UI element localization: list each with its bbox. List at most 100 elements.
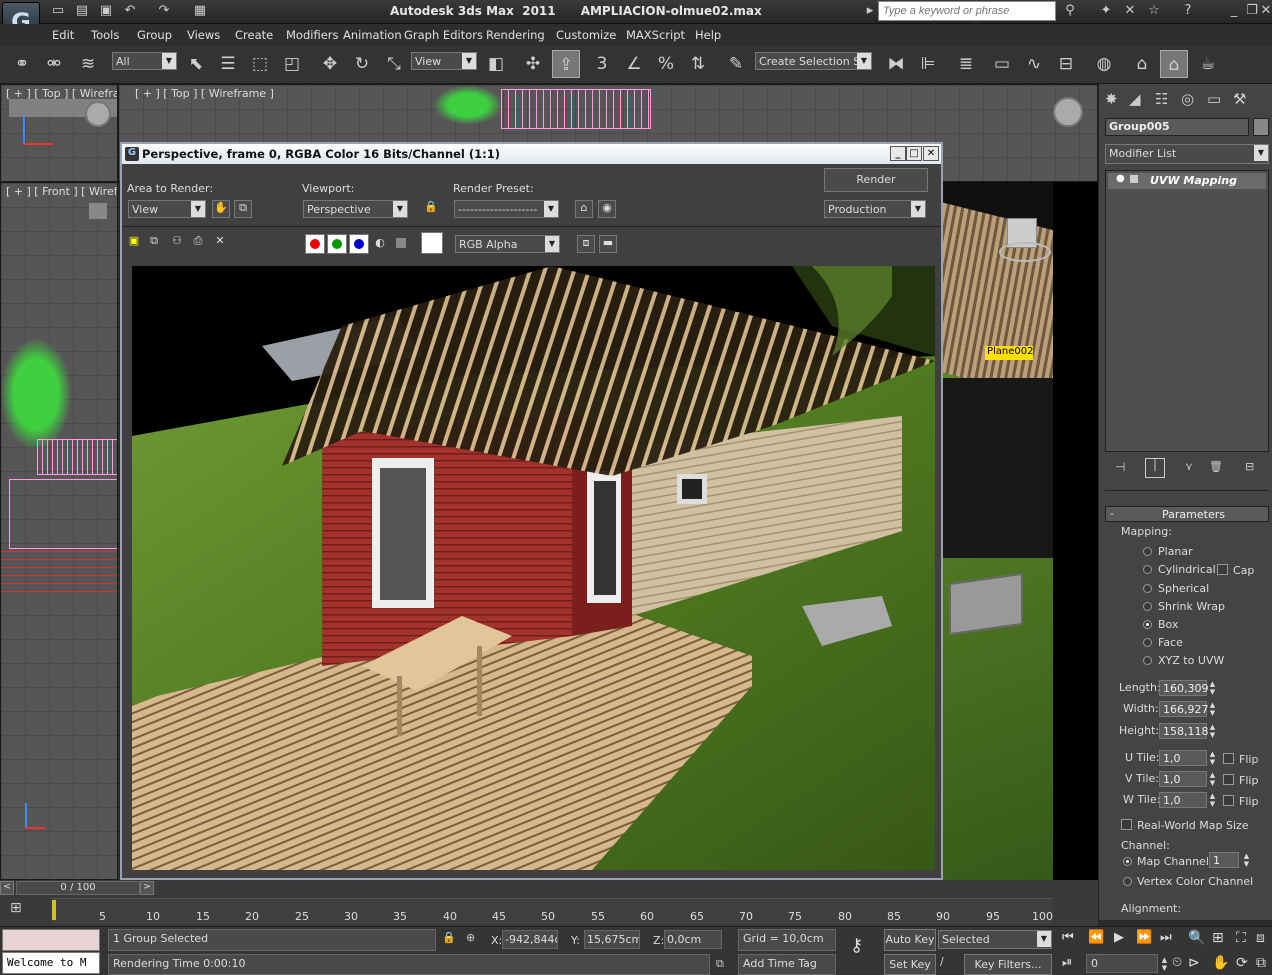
width-field[interactable]: 166,927: [1159, 701, 1209, 717]
select-and-link-icon[interactable]: ⚭: [8, 50, 36, 78]
rendered-frame-window-icon[interactable]: ⌂: [1160, 50, 1188, 78]
reference-coordinate-dropdown[interactable]: View ▼: [411, 52, 477, 70]
mapping-cylindrical-radio[interactable]: [1143, 565, 1152, 574]
hierarchy-tab-icon[interactable]: ☷: [1155, 90, 1168, 108]
menu-modifiers[interactable]: Modifiers: [286, 28, 339, 42]
height-field[interactable]: 158,118: [1159, 723, 1209, 739]
default-tangent-icon[interactable]: ∕: [940, 955, 944, 968]
render-preset-dropdown[interactable]: -------------------- ▼: [454, 200, 559, 218]
z-coordinate-field[interactable]: 0,0cm: [664, 930, 722, 949]
time-tag-icon[interactable]: ⧉: [716, 957, 724, 971]
render-production-icon[interactable]: ☕: [1194, 50, 1222, 78]
toggle-ui-icon[interactable]: ▬: [599, 235, 617, 253]
lightbulb-icon[interactable]: ●: [1116, 173, 1125, 184]
expand-icon[interactable]: [1130, 175, 1138, 183]
mapping-xyz-radio[interactable]: [1143, 656, 1152, 665]
align-icon[interactable]: ⊫: [914, 50, 942, 78]
mapping-shrink-wrap-radio[interactable]: [1143, 602, 1152, 611]
project-folder-icon[interactable]: ▦: [192, 3, 208, 19]
save-image-icon[interactable]: ▣: [126, 234, 142, 250]
favorites-star-icon[interactable]: ☆: [1146, 3, 1162, 19]
new-file-icon[interactable]: ▭: [50, 3, 66, 19]
select-object-icon[interactable]: ⬉: [182, 50, 210, 78]
menu-edit[interactable]: Edit: [52, 28, 74, 42]
key-selection-dropdown[interactable]: Selected ▼: [938, 930, 1052, 949]
close-icon[interactable]: ✕: [923, 146, 939, 161]
minimize-icon[interactable]: _: [1226, 3, 1242, 19]
menu-graph-editors[interactable]: Graph Editors: [404, 28, 483, 42]
selection-lock-icon[interactable]: 🔒: [442, 931, 456, 944]
bind-space-warp-icon[interactable]: ≋: [74, 50, 102, 78]
zoom-icon[interactable]: 🔍: [1188, 930, 1205, 946]
unlink-icon[interactable]: ⚮: [40, 50, 68, 78]
rendered-image[interactable]: [132, 266, 935, 870]
map-channel-field[interactable]: 1: [1209, 852, 1239, 868]
frame-spinner[interactable]: ▲ ▼: [1160, 956, 1169, 972]
render-setup-icon[interactable]: ⌂: [575, 200, 593, 218]
length-field[interactable]: 160,309: [1159, 680, 1209, 696]
menu-views[interactable]: Views: [187, 28, 220, 42]
set-key-icon[interactable]: ⚷: [850, 935, 863, 956]
layer-manager-icon[interactable]: ≣: [952, 50, 980, 78]
utilities-tab-icon[interactable]: ⚒: [1233, 90, 1246, 108]
color-swatch[interactable]: [421, 232, 443, 254]
motion-tab-icon[interactable]: ◎: [1181, 90, 1194, 108]
menu-create[interactable]: Create: [235, 28, 273, 42]
menu-group[interactable]: Group: [137, 28, 172, 42]
communication-center-icon[interactable]: ✕: [1122, 3, 1138, 19]
maximize-viewport-icon[interactable]: ⧉: [1256, 955, 1266, 971]
play-icon[interactable]: ▶: [1114, 930, 1124, 945]
snaps-toggle-icon[interactable]: 3: [588, 50, 616, 78]
u-tile-spinner[interactable]: ▲ ▼: [1208, 750, 1217, 766]
production-dropdown[interactable]: Production ▼: [824, 200, 926, 218]
steering-wheel-icon[interactable]: [1053, 97, 1083, 127]
search-input[interactable]: [878, 1, 1056, 21]
w-tile-field[interactable]: 1,0: [1159, 792, 1207, 808]
previous-frame-icon[interactable]: ⏪: [1088, 930, 1104, 945]
window-crossing-icon[interactable]: ◰: [278, 50, 306, 78]
render-setup-icon[interactable]: ⌂: [1128, 50, 1156, 78]
add-time-tag[interactable]: Add Time Tag: [738, 954, 836, 975]
set-key-button[interactable]: Set Key: [884, 954, 936, 975]
time-configuration-icon[interactable]: ⏲: [1172, 955, 1182, 970]
green-channel-toggle[interactable]: [327, 234, 347, 254]
go-to-end-icon[interactable]: ⏭: [1160, 930, 1172, 945]
display-alpha-icon[interactable]: ◐: [373, 236, 387, 250]
select-and-rotate-icon[interactable]: ↻: [348, 50, 376, 78]
open-file-icon[interactable]: ▤: [74, 3, 90, 19]
binoculars-icon[interactable]: ⚲: [1062, 3, 1078, 19]
viewport-perspective[interactable]: Plane002: [943, 182, 1098, 880]
viewcube-icon[interactable]: [89, 203, 107, 219]
field-of-view-icon[interactable]: ⊳: [1188, 955, 1200, 971]
modify-tab-icon[interactable]: ◢: [1129, 90, 1141, 108]
time-slider-prev-icon[interactable]: <: [0, 881, 14, 895]
w-tile-spinner[interactable]: ▲ ▼: [1208, 792, 1217, 808]
remove-modifier-icon[interactable]: 🗑: [1209, 460, 1223, 473]
maxscript-listener-top[interactable]: [2, 929, 100, 951]
select-and-move-icon[interactable]: ✥: [316, 50, 344, 78]
edit-region-icon[interactable]: ✋: [212, 200, 230, 218]
zoom-extents-all-icon[interactable]: ⧈: [1256, 930, 1265, 946]
mapping-spherical-radio[interactable]: [1143, 584, 1152, 593]
edit-named-selection-icon[interactable]: ✎: [722, 50, 750, 78]
percent-snap-icon[interactable]: %: [652, 50, 680, 78]
create-tab-icon[interactable]: ✸: [1105, 90, 1118, 108]
red-channel-toggle[interactable]: [305, 234, 325, 254]
mirror-icon[interactable]: ⧓: [882, 50, 910, 78]
manipulate-icon[interactable]: ✣: [519, 50, 547, 78]
show-end-result-icon[interactable]: ⏐: [1145, 458, 1165, 478]
w-flip-checkbox[interactable]: [1223, 795, 1234, 806]
maximize-icon[interactable]: □: [906, 146, 922, 161]
select-and-scale-icon[interactable]: ⤡: [380, 50, 408, 78]
viewport-dropdown[interactable]: Perspective ▼: [303, 200, 408, 218]
u-tile-field[interactable]: 1,0: [1159, 750, 1207, 766]
clear-icon[interactable]: ✕: [212, 234, 228, 250]
object-name-field[interactable]: Group005: [1105, 118, 1249, 136]
select-by-name-icon[interactable]: ☰: [214, 50, 242, 78]
environment-effects-icon[interactable]: ◉: [598, 200, 616, 218]
print-icon[interactable]: ⎙: [190, 234, 206, 250]
mapping-face-radio[interactable]: [1143, 638, 1152, 647]
toggle-ui-overlays-icon[interactable]: ⧈: [577, 235, 595, 253]
viewport-front[interactable]: [ + ] [ Front ] [ Wirefram: [0, 182, 118, 880]
undo-icon[interactable]: ↶: [122, 3, 138, 19]
